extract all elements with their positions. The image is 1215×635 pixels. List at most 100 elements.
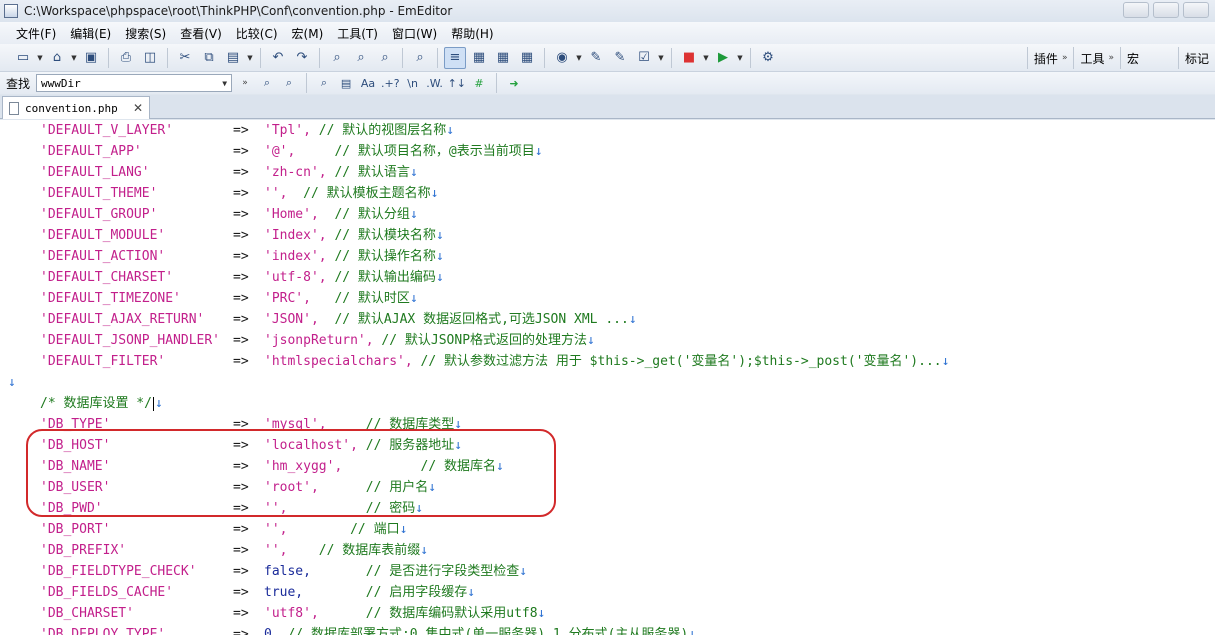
arrow-operator: => <box>233 606 249 621</box>
config-value: false, <box>264 564 311 579</box>
plugins-toolbar-group[interactable]: 插件 » <box>1026 47 1074 69</box>
chevron-down-icon[interactable]: ▼ <box>36 54 44 62</box>
menu-help[interactable]: 帮助(H) <box>445 23 499 44</box>
menu-edit[interactable]: 编辑(E) <box>64 23 117 44</box>
menu-macro[interactable]: 宏(M) <box>286 23 330 44</box>
search-bar-arrow-icon[interactable]: ➜ <box>505 74 523 92</box>
close-tab-icon[interactable]: ✕ <box>133 101 143 115</box>
arrow-operator: => <box>233 228 249 243</box>
find-icon[interactable]: ⌕ <box>326 47 348 69</box>
menu-window[interactable]: 窗口(W) <box>386 23 443 44</box>
code-line: 'DEFAULT_MODULE' => 'Index', // 默认模块名称↓ <box>0 225 1215 246</box>
search-input[interactable]: wwwDir ▼ <box>36 74 233 92</box>
macro-toolbar-group[interactable]: 宏 <box>1119 47 1178 69</box>
find-in-files-icon[interactable]: ⌕ <box>409 47 431 69</box>
properties-icon[interactable]: ⚙ <box>757 47 779 69</box>
new-file-icon[interactable]: ▭ <box>12 47 34 69</box>
find-previous-icon[interactable]: ⌕ <box>280 74 298 92</box>
config-value-line: false, // 是否进行字段类型检查↓ <box>264 561 527 582</box>
chevron-down-icon[interactable]: ▼ <box>736 54 744 62</box>
print-preview-icon[interactable]: ◫ <box>139 47 161 69</box>
numeric-search-icon[interactable]: # <box>470 74 488 92</box>
config-key: 'DEFAULT_CHARSET' <box>40 270 174 285</box>
regex-button[interactable]: .+? <box>381 74 400 92</box>
arrow-operator: => <box>233 333 249 348</box>
chevron-down-icon[interactable]: ▼ <box>222 79 227 88</box>
arrow-operator: => <box>233 144 249 159</box>
menu-file[interactable]: 文件(F) <box>10 23 62 44</box>
newline-mark: ↓ <box>537 606 546 621</box>
arrow-operator: => <box>233 627 249 635</box>
main-toolbar: ▭ ▼ ⌂ ▼ ▣ ⎙ ◫ ✂ ⧉ ▤ ▼ ↶ ↷ ⌕ ⌕ ⌕ ⌕ ≡ ▦ ▦ … <box>0 44 1215 72</box>
match-case-icon[interactable]: Aa <box>359 74 377 92</box>
maximize-button[interactable] <box>1153 2 1179 18</box>
config-value-line: 'htmlspecialchars', // 默认参数过滤方法 用于 $this… <box>264 351 949 372</box>
encoding-icon[interactable]: ◉ <box>551 47 573 69</box>
wrap-page-icon[interactable]: ▦ <box>516 47 538 69</box>
escape-sequence-button[interactable]: \n <box>404 74 422 92</box>
separator <box>108 47 109 68</box>
menu-compare[interactable]: 比较(C) <box>230 23 284 44</box>
separator <box>319 47 320 68</box>
code-comment: // 默认输出编码 <box>326 270 436 285</box>
tools-toolbar-group[interactable]: 工具 » <box>1073 47 1120 69</box>
code-editor[interactable]: 'DEFAULT_V_LAYER' => 'Tpl', // 默认的视图层名称↓ 'D… <box>0 120 1215 635</box>
chevron-down-icon[interactable]: ▼ <box>70 54 78 62</box>
find-next-icon[interactable]: ⌕ <box>258 74 276 92</box>
config-key: 'DB_FIELDTYPE_CHECK' <box>40 564 197 579</box>
wrap-icon[interactable]: ▦ <box>468 47 490 69</box>
find-previous-icon[interactable]: ⌕ <box>374 47 396 69</box>
chevron-double-right-icon[interactable]: » <box>236 74 254 92</box>
chevron-down-icon[interactable]: ▼ <box>657 54 665 62</box>
search-direction-button[interactable]: ↑↓ <box>448 74 466 92</box>
bookmark-icon[interactable]: ✎ <box>585 47 607 69</box>
save-icon[interactable]: ▣ <box>80 47 102 69</box>
paste-icon[interactable]: ▤ <box>222 47 244 69</box>
chevron-down-icon[interactable]: ▼ <box>702 54 710 62</box>
code-line: 'DEFAULT_JSONP_HANDLER' => 'jsonpReturn', … <box>0 330 1215 351</box>
view-mode-icon[interactable]: ≡ <box>444 46 466 69</box>
tab-convention-php[interactable]: convention.php ✕ <box>2 96 150 119</box>
config-value-line: 'zh-cn', // 默认语言↓ <box>264 162 418 183</box>
whole-word-button[interactable]: .W. <box>426 74 444 92</box>
config-key: 'DB_PORT' <box>40 522 111 537</box>
chevron-double-right-icon[interactable]: » <box>1062 53 1068 63</box>
marker-toolbar-group[interactable]: 标记 <box>1177 47 1215 69</box>
minimize-button[interactable] <box>1123 2 1149 18</box>
menu-view[interactable]: 查看(V) <box>174 23 228 44</box>
config-value-line: 0, // 数据库部署方式:0 集中式(单一服务器),1 分布式(主从服务器)↓ <box>264 624 696 635</box>
code-comment: // 默认JSONP格式返回的处理方法 <box>373 333 588 348</box>
chevron-double-right-icon[interactable]: » <box>1108 53 1114 63</box>
checklist-icon[interactable]: ☑ <box>633 47 655 69</box>
wrap-window-icon[interactable]: ▦ <box>492 47 514 69</box>
chevron-down-icon[interactable]: ▼ <box>246 54 254 62</box>
code-comment: // 默认的视图层名称 <box>310 123 447 138</box>
find-next-icon[interactable]: ⌕ <box>350 47 372 69</box>
config-key: 'DEFAULT_FILTER' <box>40 354 166 369</box>
code-comment: /* 数据库设置 */↓ <box>40 396 163 411</box>
run-macro-icon[interactable]: ▶ <box>712 47 734 69</box>
print-icon[interactable]: ⎙ <box>115 47 137 69</box>
chevron-down-icon[interactable]: ▼ <box>575 54 583 62</box>
undo-icon[interactable]: ↶ <box>267 47 289 69</box>
separator <box>260 47 261 68</box>
newline-mark: ↓ <box>435 270 444 285</box>
cut-icon[interactable]: ✂ <box>174 47 196 69</box>
open-folder-icon[interactable]: ⌂ <box>46 47 68 69</box>
stop-macro-icon[interactable]: ■ <box>678 47 700 69</box>
close-window-button[interactable] <box>1183 2 1209 18</box>
tools-label: 工具 <box>1080 51 1105 66</box>
highlight-icon[interactable]: ⌕ <box>315 74 333 92</box>
redo-icon[interactable]: ↷ <box>291 47 313 69</box>
bookmark-list-icon[interactable]: ✎ <box>609 47 631 69</box>
config-value: '', <box>264 543 288 558</box>
title-bar: C:\Workspace\phpspace\root\ThinkPHP\Conf… <box>0 0 1215 22</box>
find-in-files-icon[interactable]: ▤ <box>337 74 355 92</box>
copy-icon[interactable]: ⧉ <box>198 47 220 69</box>
marker-label: 标记 <box>1184 51 1209 66</box>
config-value: 'PRC', <box>264 291 311 306</box>
config-value-line: 'jsonpReturn', // 默认JSONP格式返回的处理方法↓ <box>264 330 595 351</box>
search-bar: 查找 wwwDir ▼ » ⌕ ⌕ ⌕ ▤ Aa .+? \n .W. ↑↓ #… <box>0 72 1215 94</box>
menu-tools[interactable]: 工具(T) <box>331 23 384 44</box>
menu-search[interactable]: 搜索(S) <box>119 23 172 44</box>
